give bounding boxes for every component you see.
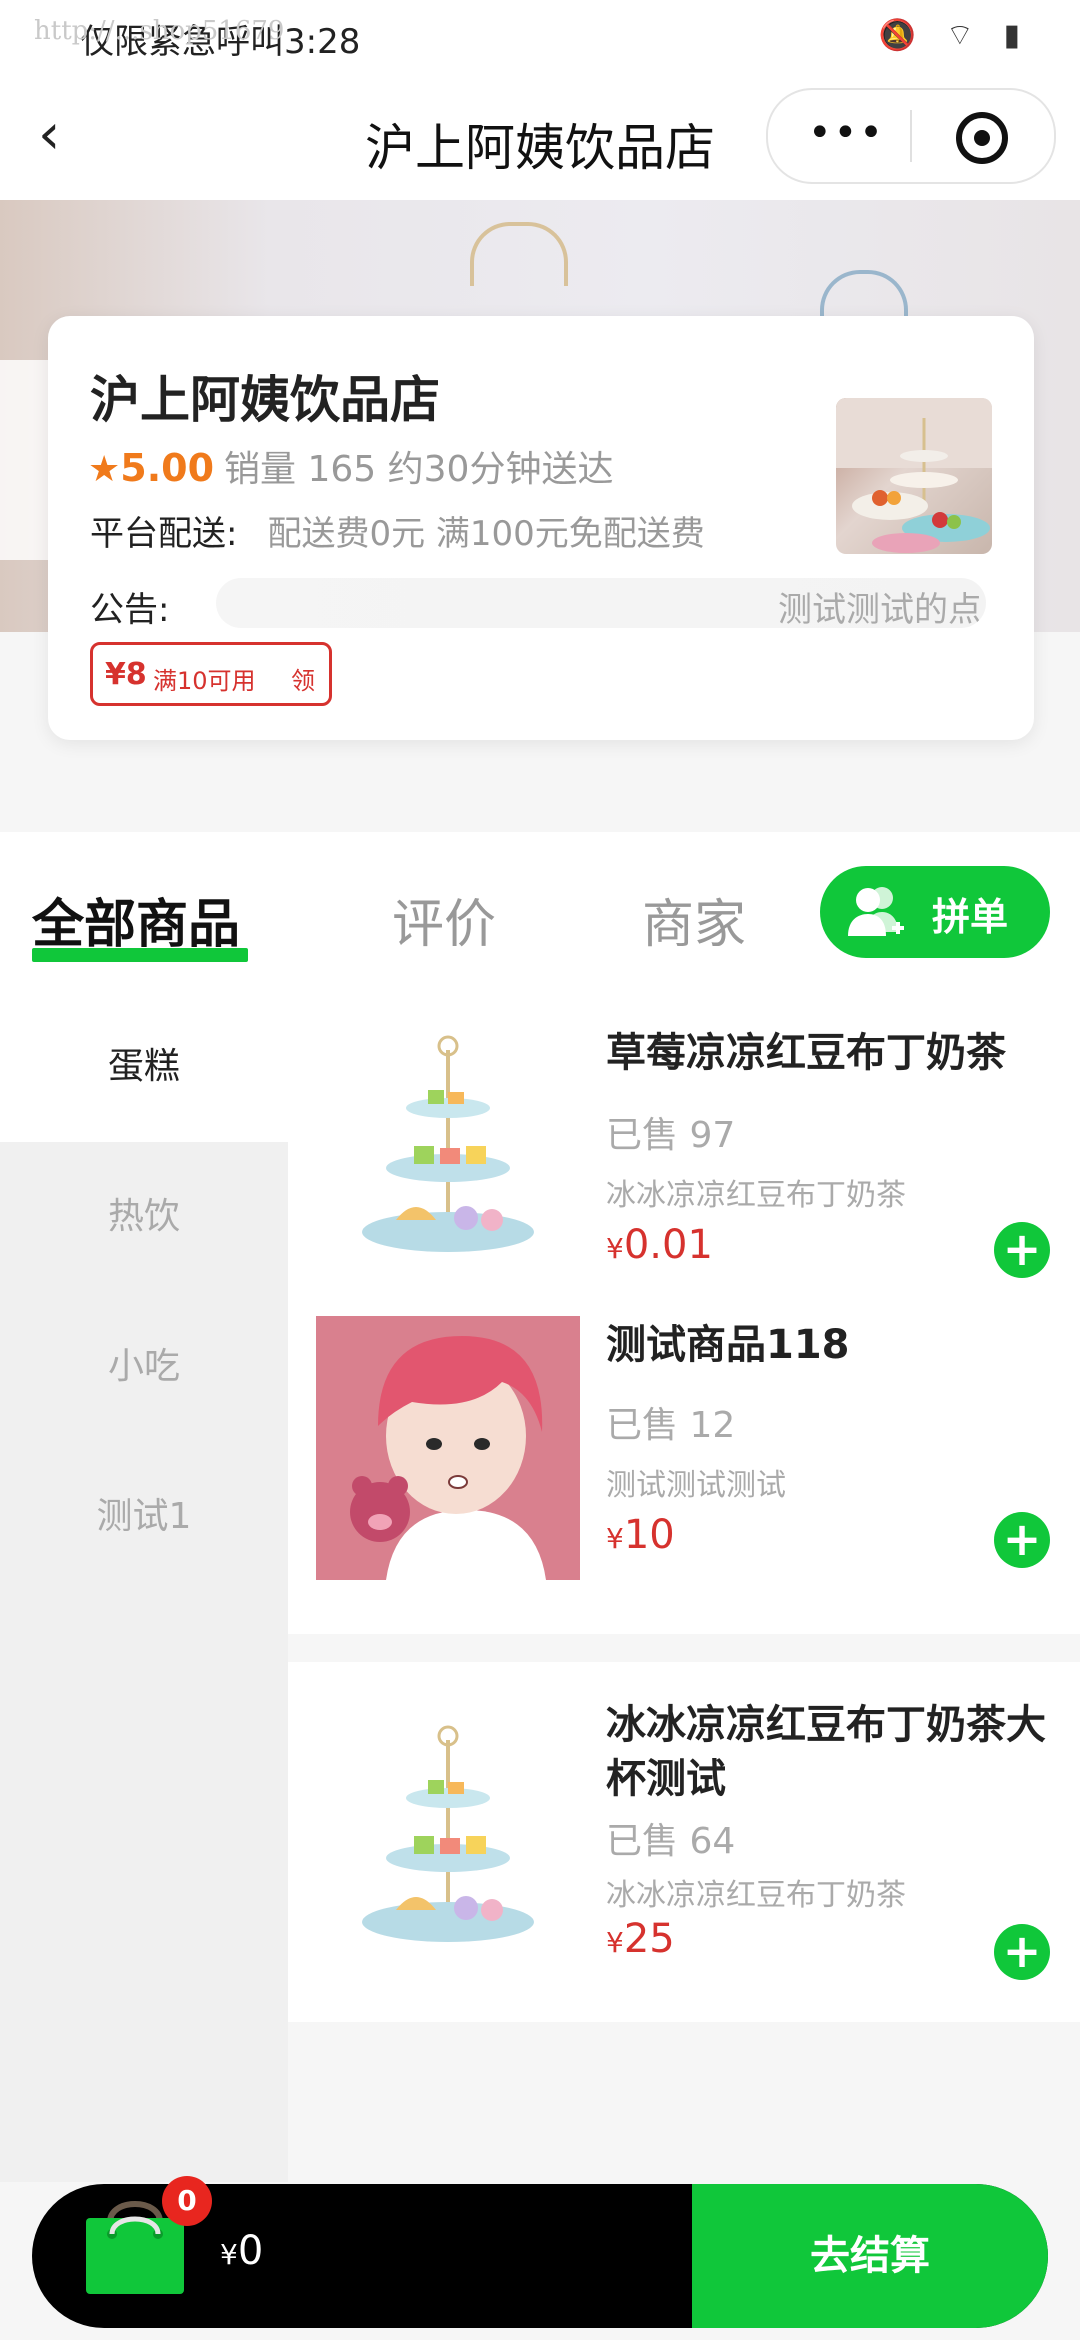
tab-bar: 全部商品 评价 商家 拼单	[0, 832, 1080, 992]
product-image[interactable]	[316, 1020, 580, 1284]
product-desc: 冰冰凉凉红豆布丁奶茶	[606, 1178, 906, 1213]
cake-stand-decoration	[470, 222, 568, 286]
product-group: 草莓凉凉红豆布丁奶茶 已售 97 冰冰凉凉红豆布丁奶茶 ¥0.01 + 测试商品…	[288, 992, 1080, 1634]
price-currency: ¥	[606, 1232, 624, 1265]
category-item[interactable]: 热饮	[0, 1142, 288, 1292]
status-bar: 仅限紧急呼叫3:28 http://...shop51679 🔕 ︎⌔ ▮	[0, 0, 1080, 70]
coupon-condition: 满10可用	[153, 667, 256, 695]
add-to-cart-button[interactable]: +	[994, 1512, 1050, 1568]
tab-merchant[interactable]: 商家	[642, 882, 746, 957]
product-image[interactable]	[316, 1710, 580, 1974]
price-value: 0.01	[623, 1222, 713, 1268]
price-currency: ¥	[606, 1926, 624, 1959]
product-group: 冰冰凉凉红豆布丁奶茶大杯测试 已售 64 冰冰凉凉红豆布丁奶茶 ¥25 +	[288, 1662, 1080, 2022]
category-item[interactable]: 蛋糕	[0, 992, 288, 1142]
cart-total-value: 0	[237, 2228, 264, 2274]
product-price: ¥25	[606, 1916, 675, 1962]
tab-reviews[interactable]: 评价	[392, 882, 496, 957]
delivery-row: 平台配送: 配送费0元 满100元免配送费	[90, 506, 705, 555]
rating-row: ★5.00 销量 165 约30分钟送达	[88, 440, 613, 492]
add-to-cart-button[interactable]: +	[994, 1924, 1050, 1980]
more-button[interactable]: •••	[808, 110, 885, 156]
coupon-claim-label: 领	[291, 667, 315, 695]
capsule-divider	[910, 110, 912, 162]
group-buy-button[interactable]: 拼单	[820, 866, 1050, 958]
price-value: 10	[623, 1512, 675, 1558]
cart-total: ¥0	[220, 2228, 263, 2274]
watermark-url: http://...shop51679	[34, 16, 285, 46]
checkout-button[interactable]: 去结算	[692, 2184, 1048, 2328]
notice-text: 测试测试的点	[778, 590, 982, 628]
coupon-button[interactable]: ¥8 满10可用 领	[90, 642, 332, 706]
product-sold: 已售 97	[606, 1115, 736, 1156]
delivery-info: 配送费0元 满100元免配送费	[267, 514, 705, 554]
category-item[interactable]: 小吃	[0, 1292, 288, 1442]
nav-bar: 沪上阿姨饮品店 ‹ •••	[0, 70, 1080, 200]
product-name[interactable]: 草莓凉凉红豆布丁奶茶	[606, 1026, 1046, 1080]
active-tab-indicator	[32, 948, 248, 962]
product-desc: 冰冰凉凉红豆布丁奶茶	[606, 1878, 906, 1913]
status-icons: 🔕 ︎⌔ ▮	[878, 18, 1030, 53]
close-target-icon[interactable]	[956, 112, 1008, 164]
star-icon: ★	[88, 449, 121, 490]
cart-count-badge: 0	[162, 2176, 212, 2226]
notice-marquee: 测试测试的点	[216, 578, 986, 628]
shop-name: 沪上阿姨饮品店	[90, 371, 440, 429]
product-price: ¥10	[606, 1512, 675, 1558]
cart-currency: ¥	[220, 2238, 238, 2271]
notice-label: 公告:	[90, 590, 170, 630]
product-sold: 已售 12	[606, 1405, 736, 1446]
product-area: 蛋糕 热饮 小吃 测试1 草莓凉凉红豆布丁奶茶 已售 97 冰冰凉凉红豆布丁奶茶…	[0, 992, 1080, 2182]
back-button[interactable]: ‹	[38, 107, 78, 163]
rating-value: 5.00	[120, 446, 215, 490]
shop-stats: 销量 165 约30分钟送达	[224, 449, 614, 490]
tab-all-products[interactable]: 全部商品	[32, 882, 240, 957]
mini-program-capsule: •••	[766, 88, 1056, 184]
add-to-cart-button[interactable]: +	[994, 1222, 1050, 1278]
category-sidebar: 蛋糕 热饮 小吃 测试1	[0, 992, 288, 2182]
shop-info-card: 沪上阿姨饮品店 ★5.00 销量 165 约30分钟送达 平台配送: 配送费0元 满…	[48, 316, 1034, 740]
category-item[interactable]: 测试1	[0, 1442, 288, 1592]
shop-logo-image	[836, 398, 992, 554]
product-name[interactable]: 测试商品118	[606, 1318, 1046, 1372]
product-image[interactable]	[316, 1316, 580, 1580]
group-buy-label: 拼单	[932, 895, 1009, 939]
product-price: ¥0.01	[606, 1222, 713, 1268]
product-name[interactable]: 冰冰凉凉红豆布丁奶茶大杯测试	[606, 1698, 1046, 1806]
coupon-amount: ¥8	[105, 657, 147, 692]
price-currency: ¥	[606, 1522, 624, 1555]
delivery-label: 平台配送:	[90, 514, 238, 554]
price-value: 25	[623, 1916, 675, 1962]
group-users-icon	[848, 887, 904, 936]
product-sold: 已售 64	[606, 1821, 736, 1862]
product-desc: 测试测试测试	[606, 1468, 786, 1503]
